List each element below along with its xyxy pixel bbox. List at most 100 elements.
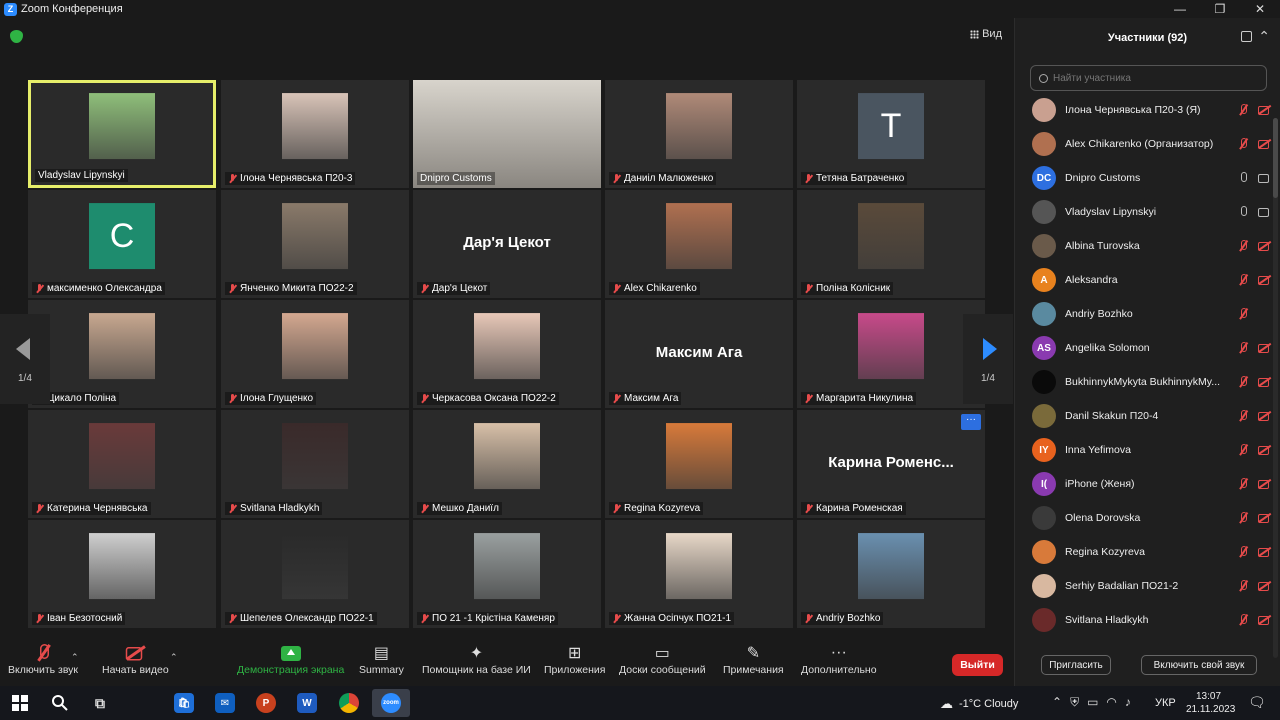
video-tile[interactable]: Янченко Микита ПО22-2	[221, 190, 409, 298]
participant-row[interactable]: Danil Skakun П20-4	[1015, 399, 1277, 433]
search-input[interactable]	[1053, 72, 1253, 84]
video-tile[interactable]: Мешко Даниїл	[413, 410, 601, 518]
muted-mic-icon[interactable]	[1238, 376, 1248, 388]
close-icon[interactable]: ✕	[1240, 0, 1280, 18]
participant-row[interactable]: A Aleksandra	[1015, 263, 1277, 297]
security-shield-icon[interactable]	[10, 30, 23, 43]
chevron-up-icon[interactable]: ⌃	[1052, 695, 1062, 710]
participant-row[interactable]: Ілона Чернявська П20-3 (Я)	[1015, 93, 1277, 127]
video-tile[interactable]: Жанна Осіпчук ПО21-1	[605, 520, 793, 628]
participant-row[interactable]: Alex Chikarenko (Организатор)	[1015, 127, 1277, 161]
previous-page-arrow[interactable]	[0, 314, 50, 404]
mic-icon[interactable]	[1238, 172, 1248, 184]
close-panel-icon[interactable]: ⌃	[1258, 28, 1270, 45]
participant-row[interactable]: Andriy Bozhko	[1015, 297, 1277, 331]
leave-button[interactable]: Выйти	[952, 654, 1003, 676]
participant-row[interactable]: Svitlana Hladkykh	[1015, 603, 1277, 637]
video-tile[interactable]: Ілона Чернявська П20-3	[221, 80, 409, 188]
video-tile[interactable]: Маргарита Никулина	[797, 300, 985, 408]
next-page-arrow[interactable]	[963, 314, 1013, 404]
view-button[interactable]: Вид	[970, 28, 1002, 40]
video-tile[interactable]: Даниіл Малюженко	[605, 80, 793, 188]
task-view-icon[interactable]: ⧉	[90, 693, 110, 713]
security-tray-icon[interactable]: ⛨	[1070, 695, 1079, 710]
notifications-icon[interactable]: 🗨	[1248, 694, 1266, 711]
mail-icon[interactable]: ✉	[215, 693, 235, 713]
video-options-caret-icon[interactable]: ⌃	[170, 652, 178, 663]
video-tile[interactable]: Катерина Чернявська	[28, 410, 216, 518]
weather-widget[interactable]: ☁ -1°C Cloudy	[940, 696, 1018, 712]
muted-mic-icon[interactable]	[1238, 410, 1248, 422]
video-tile[interactable]: Regina Kozyreva	[605, 410, 793, 518]
windows-start-icon[interactable]	[10, 693, 30, 713]
participant-row[interactable]: Olena Dorovska	[1015, 501, 1277, 535]
video-tile[interactable]: Цикало Поліна	[28, 300, 216, 408]
video-tile[interactable]: Черкасова Оксана ПО22-2	[413, 300, 601, 408]
search-taskbar-icon[interactable]	[50, 693, 70, 713]
clock[interactable]: 13:07 21.11.2023	[1186, 690, 1235, 716]
scrollbar-thumb[interactable]	[1273, 118, 1278, 198]
video-tile[interactable]: Dnipro Customs	[413, 80, 601, 188]
muted-mic-icon[interactable]	[1238, 308, 1248, 320]
video-tile[interactable]: ПО 21 -1 Крістіна Каменяр	[413, 520, 601, 628]
video-tile[interactable]: Максим Ага Максим Ага	[605, 300, 793, 408]
participant-row[interactable]: I(iPhone (Женя)	[1015, 467, 1277, 501]
participant-row[interactable]: Regina Kozyreva	[1015, 535, 1277, 569]
mic-icon[interactable]	[1238, 206, 1248, 218]
notes-button[interactable]: ✎ Примечания	[723, 642, 784, 676]
keyboard-language[interactable]: УКР	[1155, 697, 1176, 709]
participant-search[interactable]	[1030, 65, 1267, 91]
muted-mic-icon[interactable]	[1238, 104, 1248, 116]
ai-companion-button[interactable]: ✦ Помощник на базе ИИ	[422, 642, 531, 676]
volume-icon[interactable]: ♪	[1125, 695, 1131, 710]
participant-row[interactable]: Serhiy Badalian ПО21-2	[1015, 569, 1277, 603]
whiteboards-button[interactable]: ▭ Доски сообщений	[619, 642, 706, 676]
video-tile[interactable]: T Тетяна Батраченко	[797, 80, 985, 188]
participant-row[interactable]: Vladyslav Lipynskyi	[1015, 195, 1277, 229]
video-tile[interactable]: Шепелев Олександр ПО22-1	[221, 520, 409, 628]
muted-mic-icon[interactable]	[1238, 138, 1248, 150]
more-button[interactable]: ··· Дополнительно	[801, 642, 877, 676]
start-video-button[interactable]: Начать видео	[102, 642, 169, 676]
summary-button[interactable]: ▤ Summary	[359, 642, 404, 676]
share-screen-button[interactable]: Демонстрация экрана	[237, 642, 344, 676]
wifi-icon[interactable]: ◠	[1106, 695, 1116, 710]
chrome-icon[interactable]	[339, 693, 359, 713]
muted-mic-icon[interactable]	[1238, 512, 1248, 524]
popout-icon[interactable]	[1241, 31, 1252, 42]
participant-scrollbar[interactable]	[1273, 118, 1278, 658]
muted-mic-icon[interactable]	[1238, 614, 1248, 626]
muted-mic-icon[interactable]	[1238, 444, 1248, 456]
participant-row[interactable]: BukhinnykMykyta BukhinnykMy...	[1015, 365, 1277, 399]
invite-button[interactable]: Пригласить	[1041, 655, 1111, 675]
participant-row[interactable]: DC Dnipro Customs	[1015, 161, 1277, 195]
video-tile[interactable]: Поліна Колісник	[797, 190, 985, 298]
minimize-icon[interactable]: —	[1160, 0, 1200, 18]
video-tile[interactable]: Іван Безотосний	[28, 520, 216, 628]
unmute-button[interactable]: Включить звук	[8, 642, 78, 676]
unmute-myself-button[interactable]: Включить свой звук	[1141, 655, 1257, 675]
network-icon[interactable]: ▭	[1087, 695, 1098, 710]
audio-options-caret-icon[interactable]: ⌃	[71, 652, 79, 663]
video-tile[interactable]: Дар'я Цекот Дар'я Цекот	[413, 190, 601, 298]
muted-mic-icon[interactable]	[1238, 274, 1248, 286]
muted-mic-icon[interactable]	[1238, 342, 1248, 354]
system-tray[interactable]: ⌃ ⛨ ▭ ◠ ♪	[1052, 695, 1131, 710]
participant-row[interactable]: AS Angelika Solomon	[1015, 331, 1277, 365]
muted-mic-icon[interactable]	[1238, 240, 1248, 252]
word-icon[interactable]: W	[297, 693, 317, 713]
video-tile[interactable]: Vladyslav Lipynskyi	[28, 80, 216, 188]
tile-more-options-button[interactable]: ···	[961, 414, 981, 430]
muted-mic-icon[interactable]	[1238, 580, 1248, 592]
muted-mic-icon[interactable]	[1238, 546, 1248, 558]
apps-button[interactable]: ⊞ Приложения	[544, 642, 605, 676]
video-tile[interactable]: Andriy Bozhko	[797, 520, 985, 628]
video-tile[interactable]: Cмаксименко Олександра	[28, 190, 216, 298]
video-tile[interactable]: Svitlana Hladkykh	[221, 410, 409, 518]
powerpoint-icon[interactable]: P	[256, 693, 276, 713]
zoom-taskbar-button[interactable]: zoom	[372, 689, 410, 717]
restore-icon[interactable]: ❐	[1200, 0, 1240, 18]
store-icon[interactable]: 🛍	[174, 693, 194, 713]
video-tile[interactable]: Карина Роменс... Карина Роменская	[797, 410, 985, 518]
participant-row[interactable]: Albina Turovska	[1015, 229, 1277, 263]
